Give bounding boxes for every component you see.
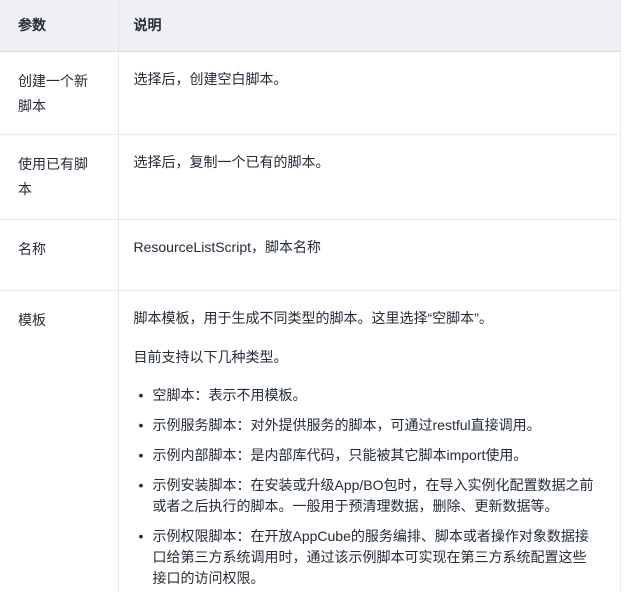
param-cell-template: 模板 bbox=[0, 290, 118, 592]
table-row-template: 模板 脚本模板，用于生成不同类型的脚本。这里选择“空脚本”。 目前支持以下几种类… bbox=[0, 290, 621, 592]
desc-cell-use-existing-script: 选择后，复制一个已有的脚本。 bbox=[118, 134, 621, 219]
desc-cell-name: ResourceListScript，脚本名称 bbox=[118, 219, 621, 290]
param-cell-name: 名称 bbox=[0, 219, 118, 290]
table-row-create-new-script: 创建一个新脚本 选择后，创建空白脚本。 bbox=[0, 51, 621, 134]
column-header-param: 参数 bbox=[0, 0, 118, 51]
param-cell-create-new-script: 创建一个新脚本 bbox=[0, 51, 118, 134]
desc-cell-create-new-script: 选择后，创建空白脚本。 bbox=[118, 51, 621, 134]
template-type-list: 空脚本：表示不用模板。 示例服务脚本：对外提供服务的脚本，可通过restful直… bbox=[134, 385, 601, 592]
list-item-empty-script: 空脚本：表示不用模板。 bbox=[134, 385, 601, 406]
template-subintro-text: 目前支持以下几种类型。 bbox=[134, 347, 601, 368]
column-header-desc: 说明 bbox=[118, 0, 621, 51]
list-item-service-script: 示例服务脚本：对外提供服务的脚本，可通过restful直接调用。 bbox=[134, 415, 601, 436]
list-item-install-script: 示例安装脚本：在安装或升级App/BO包时，在导入实例化配置数据之前或者之后执行… bbox=[134, 475, 601, 517]
parameter-table: 参数 说明 创建一个新脚本 选择后，创建空白脚本。 使用已有脚本 选择后，复制一… bbox=[0, 0, 621, 592]
table-row-use-existing-script: 使用已有脚本 选择后，复制一个已有的脚本。 bbox=[0, 134, 621, 219]
param-cell-use-existing-script: 使用已有脚本 bbox=[0, 134, 118, 219]
list-item-internal-script: 示例内部脚本：是内部库代码，只能被其它脚本import使用。 bbox=[134, 445, 601, 466]
table-header-row: 参数 说明 bbox=[0, 0, 621, 51]
template-intro-text: 脚本模板，用于生成不同类型的脚本。这里选择“空脚本”。 bbox=[134, 308, 601, 329]
table-row-name: 名称 ResourceListScript，脚本名称 bbox=[0, 219, 621, 290]
desc-cell-template: 脚本模板，用于生成不同类型的脚本。这里选择“空脚本”。 目前支持以下几种类型。 … bbox=[118, 290, 621, 592]
list-item-permission-script: 示例权限脚本：在开放AppCube的服务编排、脚本或者操作对象数据接口给第三方系… bbox=[134, 526, 601, 589]
